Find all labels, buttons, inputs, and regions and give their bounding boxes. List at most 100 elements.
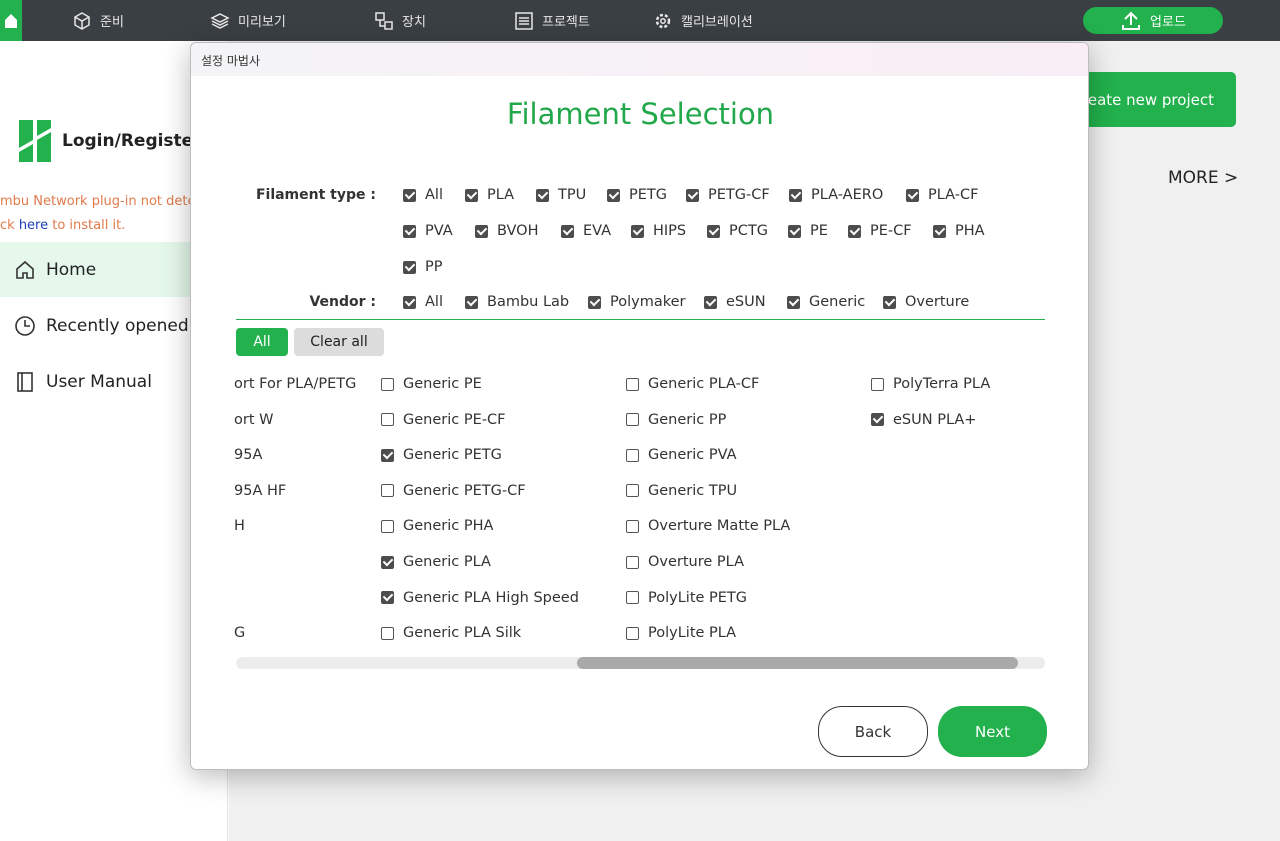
checkbox-checked[interactable] [871, 413, 884, 427]
create-new-project-button[interactable]: reate new project [1070, 72, 1236, 127]
filament-type-checkbox[interactable]: PLA-AERO [789, 187, 883, 203]
filament-item-checkbox[interactable]: PolyLite PLA [626, 625, 736, 641]
vendor-checkbox[interactable]: eSUN [704, 294, 766, 310]
sidebar-item-home[interactable]: Home [0, 242, 190, 297]
filament-item-checkbox[interactable]: Generic PLA Silk [381, 625, 521, 641]
filament-type-checkbox[interactable]: PP [403, 259, 443, 275]
checkbox-checked[interactable] [465, 188, 478, 202]
filament-item-checkbox[interactable]: Generic PETG-CF [381, 483, 526, 499]
filament-type-checkbox[interactable]: TPU [536, 187, 586, 203]
install-here-link[interactable]: here [19, 218, 48, 233]
filament-item-checkbox[interactable]: Generic PLA [381, 554, 491, 570]
filament-type-checkbox[interactable]: HIPS [631, 223, 686, 239]
checkbox-unchecked[interactable] [871, 377, 884, 391]
sidebar-item-recently-opened[interactable]: Recently opened [0, 298, 190, 353]
filament-type-checkbox[interactable]: PCTG [707, 223, 768, 239]
next-button[interactable]: Next [938, 706, 1047, 757]
checkbox-checked[interactable] [704, 295, 717, 309]
checkbox-checked[interactable] [588, 295, 601, 309]
vendor-checkbox[interactable]: Overture [883, 294, 969, 310]
filament-item-checkbox[interactable]: Generic PLA High Speed [381, 590, 579, 606]
checkbox-unchecked[interactable] [381, 626, 394, 640]
filament-item-checkbox[interactable]: Generic PVA [626, 447, 737, 463]
checkbox-unchecked[interactable] [626, 377, 639, 391]
vendor-checkbox[interactable]: All [403, 294, 443, 310]
checkbox-checked[interactable] [381, 555, 394, 569]
tab-preview[interactable]: 미리보기 [210, 0, 286, 41]
checkbox-checked[interactable] [788, 224, 801, 238]
checkbox-checked[interactable] [789, 188, 802, 202]
checkbox-unchecked[interactable] [626, 626, 639, 640]
tab-project[interactable]: 프로젝트 [514, 0, 590, 41]
checkbox-checked[interactable] [403, 224, 416, 238]
checkbox-unchecked[interactable] [626, 591, 639, 605]
upload-button[interactable]: 업로드 [1083, 7, 1223, 34]
filament-item-label[interactable]: ort For PLA/PETG [234, 376, 356, 392]
checkbox-unchecked[interactable] [626, 484, 639, 498]
filament-item-checkbox[interactable]: Generic PLA-CF [626, 376, 759, 392]
checkbox-unchecked[interactable] [626, 519, 639, 533]
filament-item-checkbox[interactable]: Generic PETG [381, 447, 502, 463]
filament-type-checkbox[interactable]: PVA [403, 223, 453, 239]
tab-prepare[interactable]: 준비 [72, 0, 124, 41]
vendor-checkbox[interactable]: Polymaker [588, 294, 685, 310]
checkbox-unchecked[interactable] [626, 413, 639, 427]
checkbox-unchecked[interactable] [381, 519, 394, 533]
filament-item-label[interactable]: 95A [234, 447, 262, 463]
filament-item-checkbox[interactable]: Overture PLA [626, 554, 744, 570]
checkbox-checked[interactable] [381, 448, 394, 462]
filament-type-checkbox[interactable]: PETG-CF [686, 187, 770, 203]
filament-type-checkbox[interactable]: PE-CF [848, 223, 912, 239]
more-link[interactable]: MORE > [1168, 168, 1238, 188]
clear-all-button[interactable]: Clear all [294, 328, 384, 356]
filament-item-label[interactable]: ort W [234, 412, 273, 428]
checkbox-checked[interactable] [883, 295, 896, 309]
filament-type-checkbox[interactable]: BVOH [475, 223, 538, 239]
filament-type-checkbox[interactable]: PLA-CF [906, 187, 978, 203]
filament-item-checkbox[interactable]: Generic TPU [626, 483, 737, 499]
home-button[interactable] [0, 0, 22, 41]
filament-type-checkbox[interactable]: All [403, 187, 443, 203]
select-all-button[interactable]: All [236, 328, 288, 356]
checkbox-unchecked[interactable] [381, 377, 394, 391]
filament-type-checkbox[interactable]: PETG [607, 187, 667, 203]
login-register-link[interactable]: Login/Register [62, 131, 202, 151]
checkbox-unchecked[interactable] [381, 484, 394, 498]
filament-item-checkbox[interactable]: Generic PE [381, 376, 482, 392]
checkbox-checked[interactable] [607, 188, 620, 202]
filament-item-label[interactable]: 95A HF [234, 483, 286, 499]
sidebar-item-user-manual[interactable]: User Manual [0, 354, 190, 409]
filament-item-checkbox[interactable]: Generic PP [626, 412, 726, 428]
checkbox-checked[interactable] [403, 260, 416, 274]
checkbox-checked[interactable] [933, 224, 946, 238]
checkbox-unchecked[interactable] [381, 413, 394, 427]
filament-type-checkbox[interactable]: PHA [933, 223, 985, 239]
vendor-checkbox[interactable]: Bambu Lab [465, 294, 569, 310]
horizontal-scrollbar[interactable] [236, 657, 1045, 669]
filament-type-checkbox[interactable]: PE [788, 223, 828, 239]
filament-item-checkbox[interactable]: eSUN PLA+ [871, 412, 976, 428]
checkbox-checked[interactable] [561, 224, 574, 238]
checkbox-checked[interactable] [631, 224, 644, 238]
filament-item-label[interactable]: H [234, 518, 245, 534]
checkbox-checked[interactable] [536, 188, 549, 202]
checkbox-checked[interactable] [475, 224, 488, 238]
checkbox-checked[interactable] [906, 188, 919, 202]
vendor-checkbox[interactable]: Generic [787, 294, 865, 310]
checkbox-checked[interactable] [787, 295, 800, 309]
filament-item-label[interactable]: G [234, 625, 245, 641]
filament-item-checkbox[interactable]: PolyTerra PLA [871, 376, 990, 392]
checkbox-checked[interactable] [403, 295, 416, 309]
checkbox-checked[interactable] [707, 224, 720, 238]
checkbox-checked[interactable] [686, 188, 699, 202]
filament-item-checkbox[interactable]: PolyLite PETG [626, 590, 747, 606]
scrollbar-thumb[interactable] [577, 657, 1018, 669]
back-button[interactable]: Back [818, 706, 928, 757]
tab-calibration[interactable]: 캘리브레이션 [653, 0, 753, 41]
filament-item-checkbox[interactable]: Generic PHA [381, 518, 493, 534]
checkbox-checked[interactable] [848, 224, 861, 238]
tab-device[interactable]: 장치 [374, 0, 426, 41]
checkbox-checked[interactable] [465, 295, 478, 309]
checkbox-checked[interactable] [403, 188, 416, 202]
filament-item-checkbox[interactable]: Overture Matte PLA [626, 518, 790, 534]
